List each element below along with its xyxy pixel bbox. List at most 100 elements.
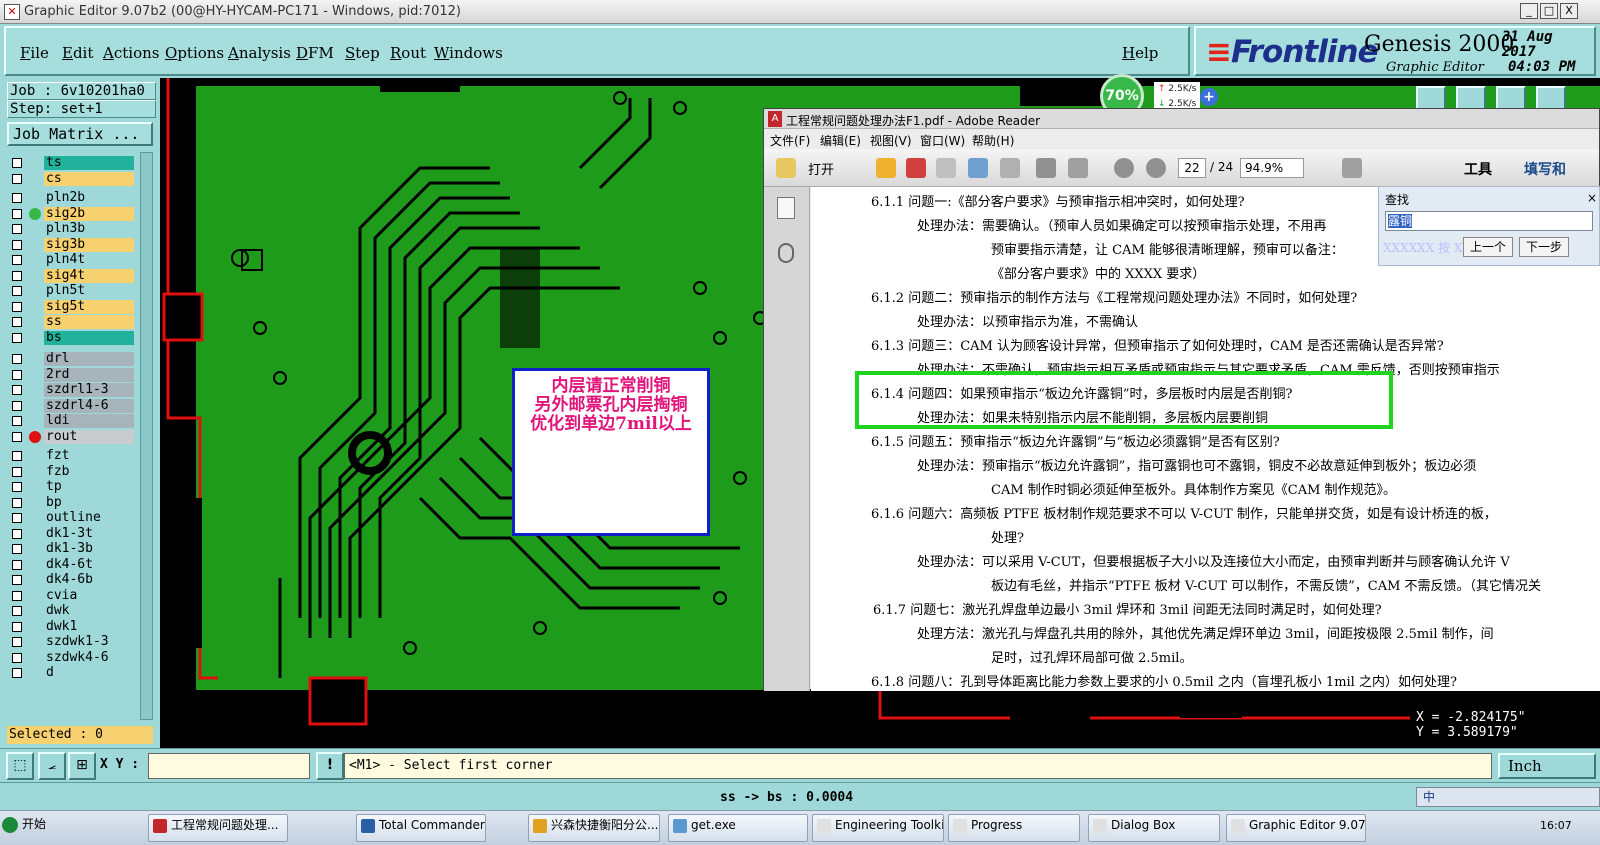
job-matrix-button[interactable]: Job Matrix ... — [7, 122, 153, 146]
layer-name[interactable]: dk4-6t — [44, 557, 134, 572]
layer-checkbox[interactable] — [12, 301, 22, 312]
layer-checkbox[interactable] — [12, 528, 22, 539]
layer-name[interactable]: bp — [44, 495, 134, 510]
layer-checkbox[interactable] — [12, 286, 22, 296]
layer-checkbox[interactable] — [12, 400, 22, 411]
add-icon[interactable]: + — [1200, 88, 1218, 106]
layer-name[interactable]: sig5t — [44, 299, 134, 314]
minimize-button[interactable]: _ — [1520, 3, 1538, 19]
layer-checkbox[interactable] — [12, 575, 22, 585]
grid-icon[interactable]: ⊞ — [68, 752, 96, 780]
snap-icon[interactable]: ⬚ — [6, 752, 34, 780]
layer-name[interactable]: pln2b — [44, 191, 134, 205]
layer-row-cvia[interactable]: cvia — [9, 588, 134, 603]
layer-row-outline[interactable]: outline — [9, 511, 134, 525]
layer-scrollbar[interactable] — [140, 152, 153, 720]
layer-name[interactable]: fzt — [44, 449, 134, 463]
layer-name[interactable]: szdrl1-3 — [44, 383, 134, 397]
layer-row-d[interactable]: d — [9, 666, 134, 680]
menu-windows[interactable]: Windows — [434, 44, 503, 62]
find-input[interactable]: 露铜 — [1385, 211, 1593, 231]
measure-icon[interactable]: ⦟ — [38, 752, 66, 780]
layer-checkbox[interactable] — [12, 317, 22, 327]
layer-name[interactable]: dk1-3t — [44, 526, 134, 541]
maximize-button[interactable]: □ — [1540, 3, 1558, 19]
page-up-icon[interactable] — [1114, 158, 1134, 178]
layer-checkbox[interactable] — [12, 193, 22, 203]
reader-menu-view[interactable]: 视图(V) — [870, 132, 912, 149]
page-number-input[interactable]: 22 — [1178, 158, 1206, 178]
find-next-button[interactable]: 下一步 — [1519, 237, 1569, 257]
layer-checkbox[interactable] — [12, 606, 22, 616]
layer-name[interactable]: ldi — [44, 414, 134, 428]
layer-name[interactable]: pln3b — [44, 222, 134, 236]
layer-row-pln2b[interactable]: pln2b — [9, 191, 134, 205]
menu-actions[interactable]: Actions — [103, 44, 159, 62]
fill-sign-button[interactable]: 填写和 — [1524, 159, 1566, 179]
layer-checkbox[interactable] — [12, 158, 22, 168]
layer-checkbox[interactable] — [12, 354, 22, 364]
layer-row-dk1-3t[interactable]: dk1-3t — [9, 526, 134, 541]
convert-icon[interactable] — [906, 158, 926, 178]
layer-checkbox[interactable] — [12, 652, 22, 663]
layer-name[interactable]: pln4t — [44, 253, 134, 267]
layer-row-tp[interactable]: tp — [9, 480, 134, 494]
email-icon[interactable] — [1068, 158, 1088, 178]
task-dialog-box[interactable]: Dialog Box — [1088, 814, 1220, 842]
task-total-commander[interactable]: Total Commander 7.... — [356, 814, 486, 842]
task-pdf[interactable]: 工程常规问题处理... — [148, 814, 288, 842]
layer-name[interactable]: szdrl4-6 — [44, 398, 134, 413]
layer-name[interactable]: ts — [44, 156, 134, 170]
layer-row-2rd[interactable]: 2rd — [9, 367, 134, 382]
layer-checkbox[interactable] — [12, 416, 22, 426]
info-icon[interactable]: ! — [316, 752, 344, 780]
find-close-icon[interactable]: × — [1587, 191, 1597, 205]
layer-checkbox[interactable] — [12, 208, 22, 219]
layer-name[interactable]: dwk — [44, 604, 134, 618]
layer-name[interactable]: pln5t — [44, 284, 134, 298]
find-prev-button[interactable]: 上一个 — [1463, 237, 1513, 257]
task-xingsen[interactable]: 兴森快捷衡阳分公... — [528, 814, 660, 842]
layer-name[interactable]: dwk1 — [44, 619, 134, 634]
layer-row-pln3b[interactable]: pln3b — [9, 222, 134, 236]
layer-row-dk4-6b[interactable]: dk4-6b — [9, 573, 134, 587]
layer-checkbox[interactable] — [12, 482, 22, 492]
close-button[interactable]: X — [1560, 3, 1578, 19]
layer-row-dwk[interactable]: dwk — [9, 604, 134, 618]
layer-checkbox[interactable] — [12, 369, 22, 380]
layer-row-szdwk4-6[interactable]: szdwk4-6 — [9, 650, 134, 665]
layer-checkbox[interactable] — [12, 224, 22, 234]
menu-edit[interactable]: Edit — [62, 44, 93, 62]
reader-menu-file[interactable]: 文件(F) — [770, 132, 810, 149]
layer-row-pln4t[interactable]: pln4t — [9, 253, 134, 267]
layer-checkbox[interactable] — [12, 544, 22, 554]
layer-name[interactable]: cvia — [44, 588, 134, 603]
layer-checkbox[interactable] — [12, 270, 22, 281]
menu-options[interactable]: Options — [165, 44, 224, 62]
layer-checkbox[interactable] — [12, 173, 22, 184]
layer-row-pln5t[interactable]: pln5t — [9, 284, 134, 298]
save-icon[interactable] — [1000, 158, 1020, 178]
page-down-icon[interactable] — [1146, 158, 1166, 178]
layer-checkbox[interactable] — [12, 637, 22, 647]
layer-name[interactable]: cs — [44, 171, 134, 186]
layer-row-fzb[interactable]: fzb — [9, 464, 134, 479]
menu-rout[interactable]: Rout — [390, 44, 426, 62]
layer-row-dk4-6t[interactable]: dk4-6t — [9, 557, 134, 572]
layer-checkbox[interactable] — [12, 466, 22, 477]
layer-name[interactable]: ss — [44, 315, 134, 329]
layer-row-ss[interactable]: ss — [9, 315, 134, 329]
menu-help[interactable]: Help — [1122, 44, 1158, 62]
pages-icon[interactable] — [777, 197, 795, 219]
layer-name[interactable]: szdwk4-6 — [44, 650, 134, 665]
layer-checkbox[interactable] — [12, 239, 22, 250]
attachment-icon[interactable] — [778, 243, 794, 263]
layer-row-bp[interactable]: bp — [9, 495, 134, 510]
layer-checkbox[interactable] — [12, 385, 22, 395]
layer-checkbox[interactable] — [12, 621, 22, 632]
tools-button[interactable]: 工具 — [1464, 159, 1492, 179]
layer-name[interactable]: bs — [44, 330, 134, 345]
layer-row-rout[interactable]: rout — [9, 429, 134, 444]
ime-toolbar[interactable]: 中 — [1416, 787, 1600, 807]
reader-menu-window[interactable]: 窗口(W) — [920, 132, 965, 149]
